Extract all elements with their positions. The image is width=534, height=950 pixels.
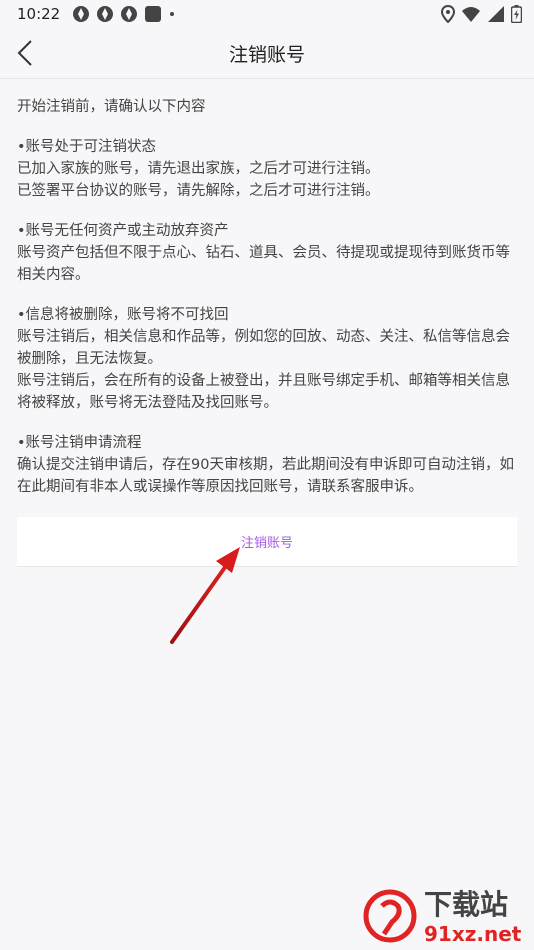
battery-icon <box>511 5 522 23</box>
location-icon <box>441 5 455 23</box>
annotation-arrow-icon <box>170 547 240 644</box>
app-notification-icon <box>73 6 90 22</box>
notification-icons <box>72 5 176 23</box>
section-line: 已加入家族的账号，请先退出家族，之后才可进行注销。 <box>17 161 380 177</box>
section-heading: •账号无任何资产或主动放弃资产 <box>17 223 229 239</box>
status-time: 10:22 <box>17 5 61 23</box>
section-heading: •信息将被删除，账号将不可找回 <box>17 307 229 323</box>
square-notification-icon <box>145 6 162 22</box>
watermark-text-2: 91xz.net <box>424 922 522 946</box>
system-icons <box>441 5 522 23</box>
wifi-icon <box>462 7 480 22</box>
section-line: 账号资产包括但不限于点心、钻石、道具、会员、待提现或提现待到账货币等相关内容。 <box>17 245 510 283</box>
cancel-account-button[interactable]: 注销账号 <box>17 517 517 567</box>
section-heading: •账号处于可注销状态 <box>17 139 157 155</box>
section-data-deletion: •信息将被删除，账号将不可找回 账号注销后，相关信息和作品等，例如您的回放、动态… <box>17 304 517 414</box>
app-notification-icon <box>121 6 138 22</box>
section-heading: •账号注销申请流程 <box>17 435 142 451</box>
more-notifications-icon <box>170 12 175 16</box>
page-title: 注销账号 <box>228 44 305 66</box>
app-notification-icon <box>97 6 114 22</box>
section-cancellable-status: •账号处于可注销状态 已加入家族的账号，请先退出家族，之后才可进行注销。 已签署… <box>17 136 517 202</box>
intro-text: 开始注销前，请确认以下内容 <box>17 99 206 115</box>
section-line: 确认提交注销申请后，存在90天审核期，若此期间没有申诉即可自动注销，如在此期间有… <box>17 457 514 495</box>
site-watermark-logo: 下载站 91xz.net <box>363 888 522 946</box>
section-process: •账号注销申请流程 确认提交注销申请后，存在90天审核期，若此期间没有申诉即可自… <box>17 432 517 498</box>
section-line: 已签署平台协议的账号，请先解除，之后才可进行注销。 <box>17 183 380 199</box>
status-bar: 10:22 <box>0 0 534 28</box>
app-header: 注销账号 <box>0 28 534 79</box>
signal-icon <box>488 6 504 22</box>
section-assets: •账号无任何资产或主动放弃资产 账号资产包括但不限于点心、钻石、道具、会员、待提… <box>17 220 517 286</box>
watermark-text-1: 下载站 <box>424 888 508 921</box>
cancel-account-info: 开始注销前，请确认以下内容 •账号处于可注销状态 已加入家族的账号，请先退出家族… <box>17 96 517 516</box>
section-line: 账号注销后，会在所有的设备上被登出，并且账号绑定手机、邮箱等相关信息将被释放，账… <box>17 373 510 411</box>
section-line: 账号注销后，相关信息和作品等，例如您的回放、动态、关注、私信等信息会被删除，且无… <box>17 329 510 367</box>
